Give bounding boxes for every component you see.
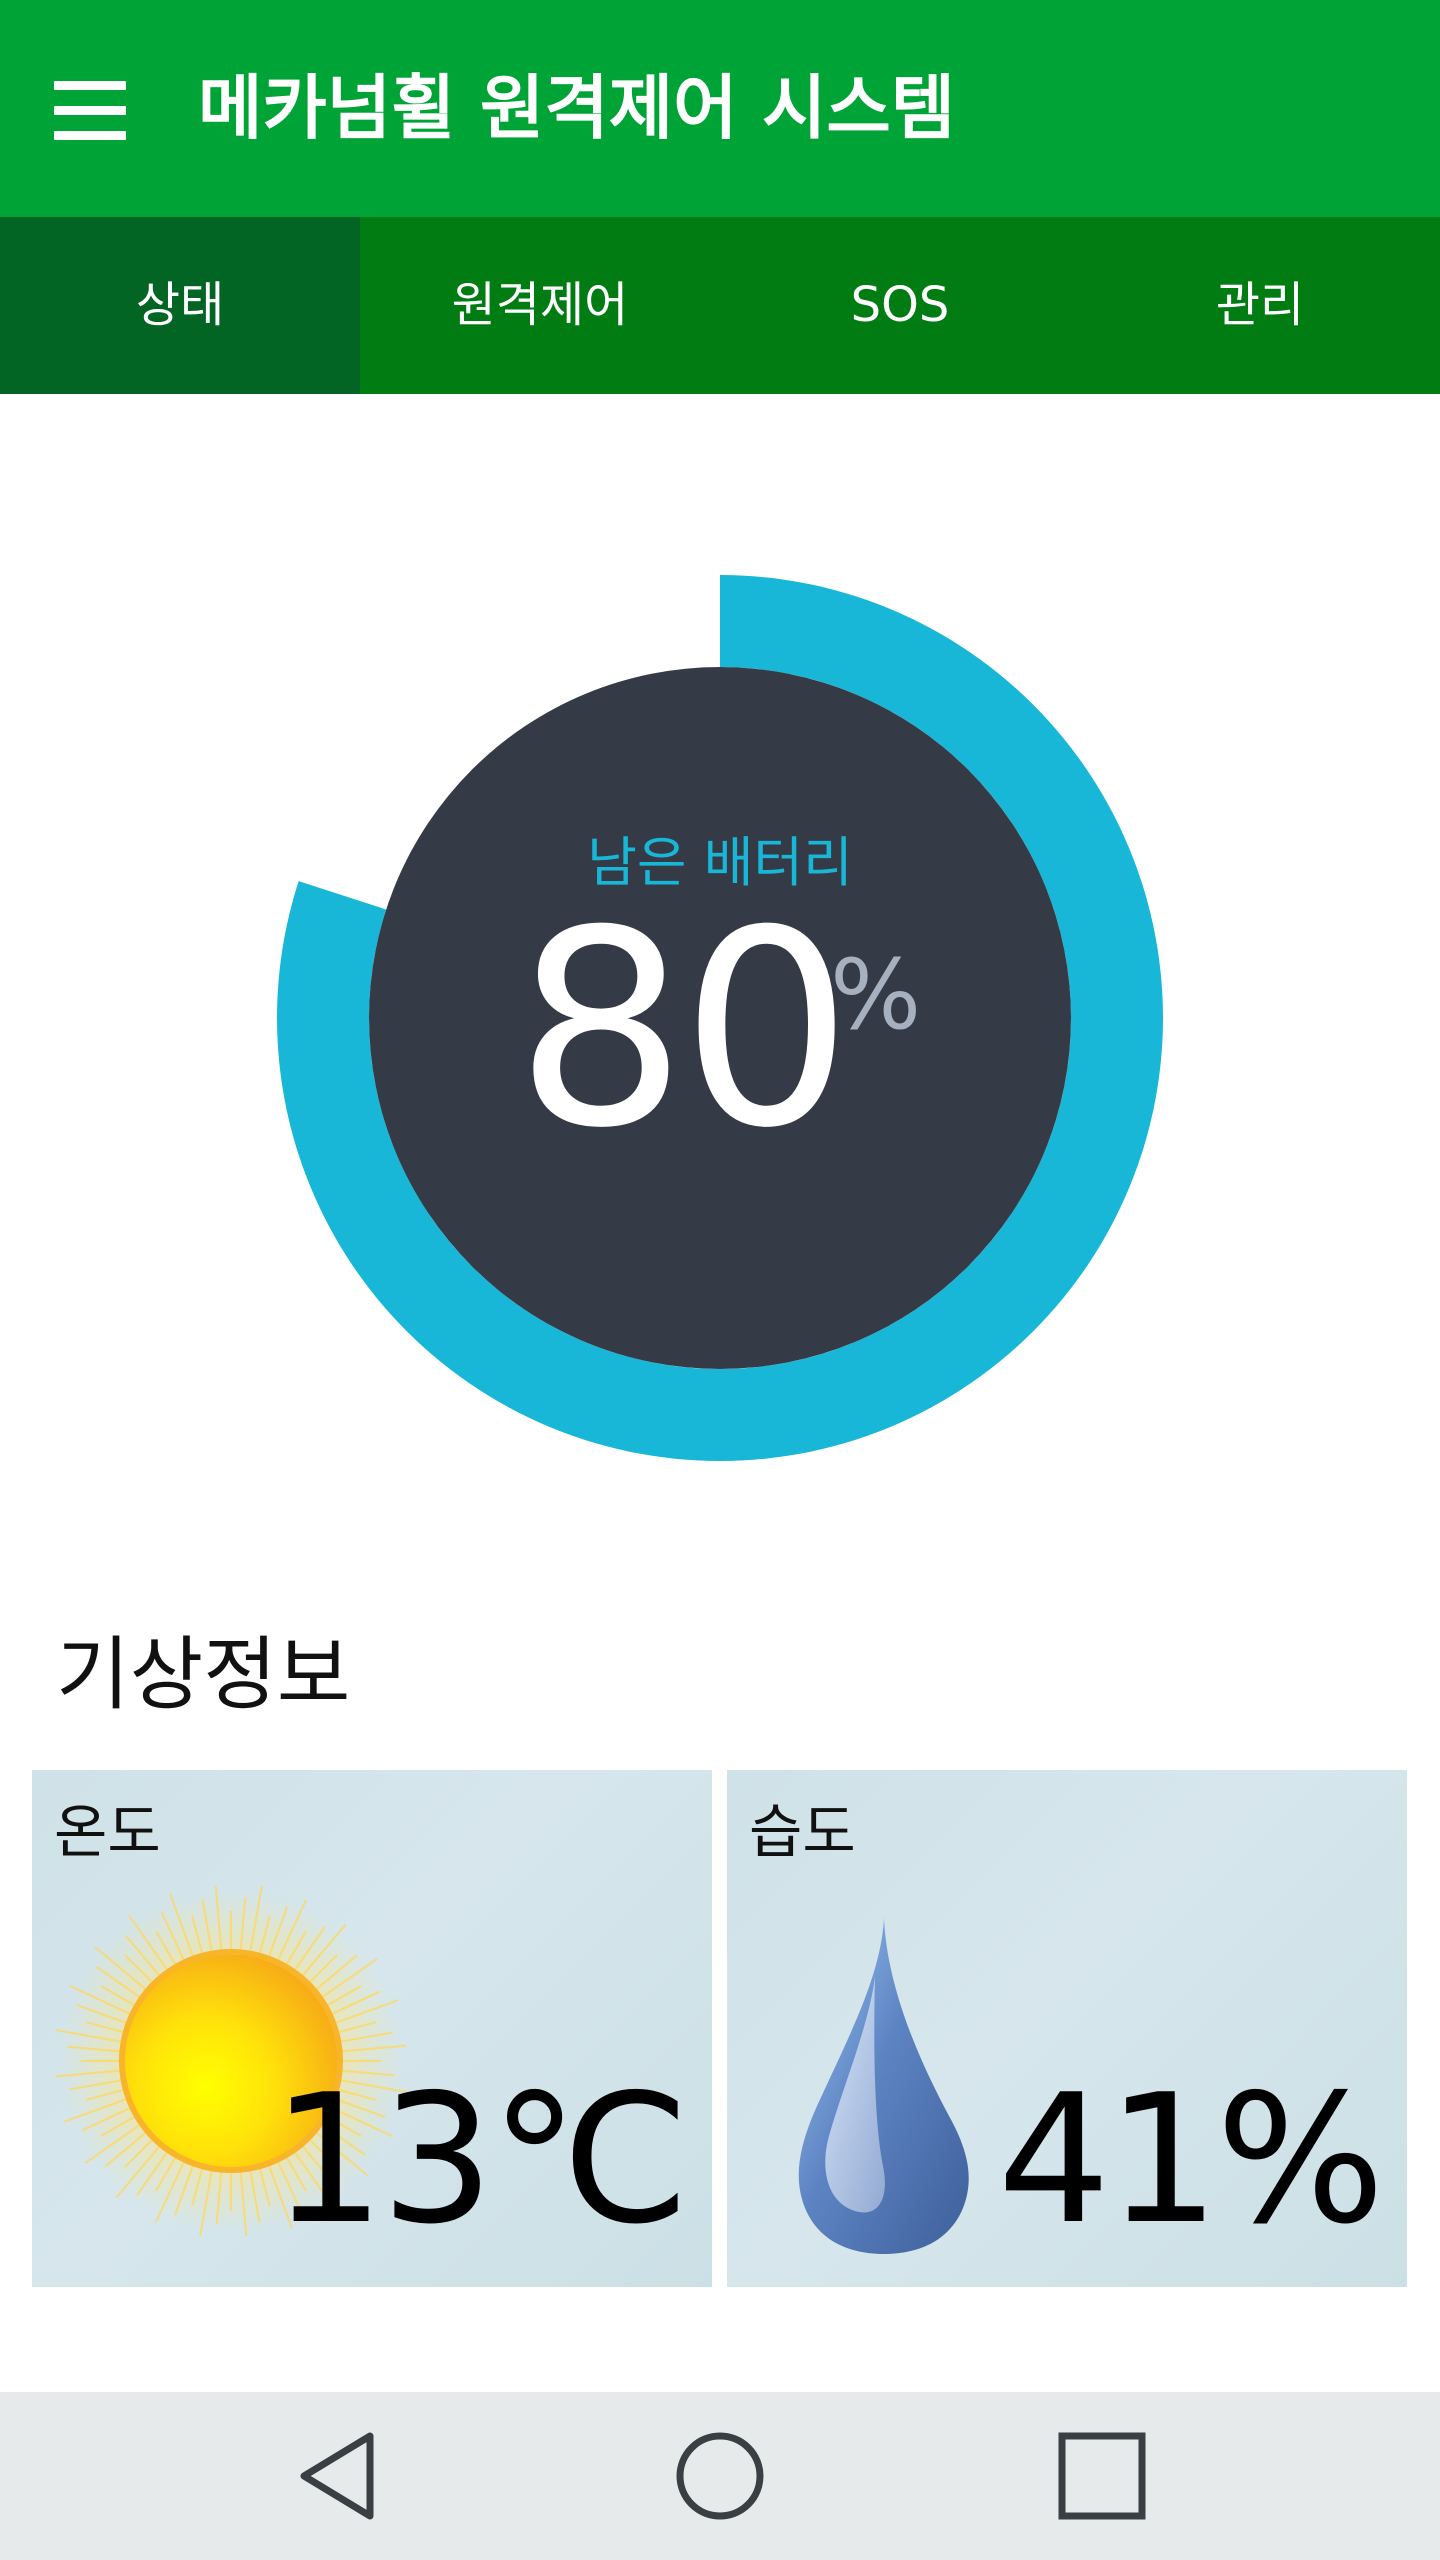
back-triangle-icon[interactable] [290, 2426, 390, 2526]
temperature-card: 온도 13℃ [32, 1770, 712, 2287]
hamburger-menu-icon [54, 81, 126, 90]
menu-button[interactable] [40, 62, 140, 154]
hamburger-line [54, 131, 126, 140]
humidity-card: 습도 41% [727, 1770, 1407, 2287]
tab-remote-control[interactable]: 원격제어 [360, 217, 720, 394]
temperature-label: 온도 [54, 1798, 161, 1866]
tab-status[interactable]: 상태 [0, 217, 360, 394]
home-circle-icon[interactable] [670, 2426, 770, 2526]
tab-management[interactable]: 관리 [1080, 217, 1440, 394]
tab-sos[interactable]: SOS [720, 217, 1080, 394]
hamburger-line [54, 106, 126, 115]
tab-bar: 상태 원격제어 SOS 관리 [0, 217, 1440, 394]
system-nav-bar [0, 2392, 1440, 2560]
weather-section-title: 기상정보 [56, 1628, 351, 1721]
app-screen: 메카넘휠 원격제어 시스템 상태 원격제어 SOS 관리 남은 배터리 80 %… [0, 0, 1440, 2560]
humidity-label: 습도 [749, 1798, 856, 1866]
water-drop-icon [798, 1918, 969, 2254]
battery-value: 80 [515, 872, 853, 1187]
humidity-value: 41% [997, 2056, 1385, 2263]
app-title: 메카넘휠 원격제어 시스템 [198, 67, 956, 149]
app-bar: 메카넘휠 원격제어 시스템 [0, 0, 1440, 217]
recent-apps-square-icon[interactable] [1052, 2426, 1152, 2526]
battery-unit: % [830, 939, 922, 1051]
temperature-value: 13℃ [271, 2056, 690, 2263]
